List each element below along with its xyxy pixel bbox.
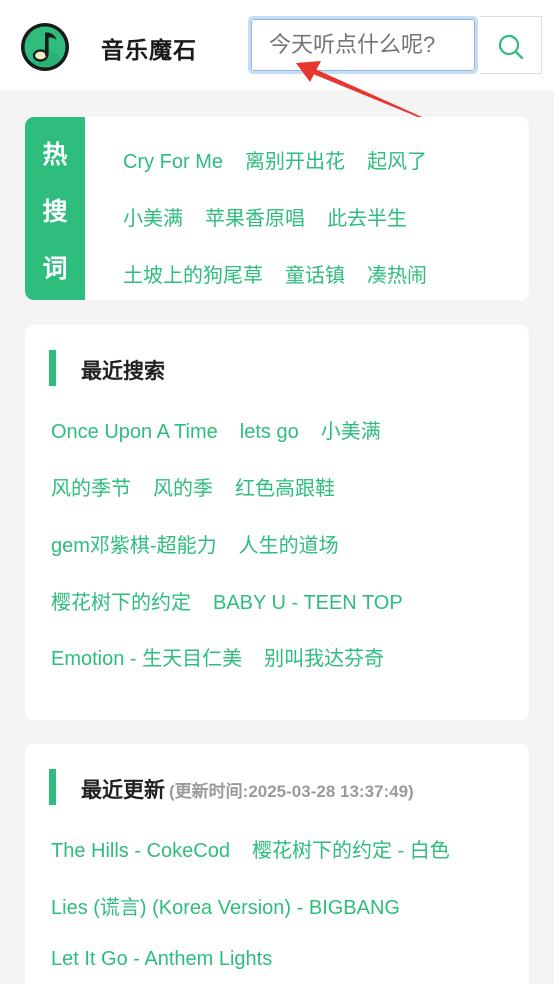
recent-search-link[interactable]: 风的季 — [153, 478, 213, 500]
recent-search-link[interactable]: 风的季节 — [51, 478, 131, 500]
recent-update-row: Lies (谎言) (Korea Version) - BIGBANG — [51, 891, 422, 920]
search-input[interactable] — [251, 19, 475, 71]
hot-label-char: 热 — [42, 141, 68, 169]
recent-search-link[interactable]: 小美满 — [321, 421, 381, 443]
hot-word-link[interactable]: Cry For Me — [123, 151, 223, 173]
hot-word-link[interactable]: 离别开出花 — [245, 151, 345, 173]
recent-update-link[interactable]: 樱花树下的约定 - 白色 — [252, 840, 450, 862]
hot-word-link[interactable]: 起风了 — [367, 151, 427, 173]
recent-search-link[interactable]: gem邓紫棋-超能力 — [51, 535, 217, 557]
recent-search-row: gem邓紫棋-超能力 人生的道场 — [51, 529, 361, 558]
recent-search-link[interactable]: 人生的道场 — [239, 535, 339, 557]
recent-search-link[interactable]: Emotion - 生天目仁美 — [51, 648, 242, 670]
recent-update-row: The Hills - CokeCod 樱花树下的约定 - 白色 — [51, 834, 472, 863]
hot-row: 土坡上的狗尾草 童话镇 凑热闹 — [123, 259, 449, 288]
recent-update-card: 最近更新 (更新时间:2025-03-28 13:37:49) The Hills… — [25, 744, 529, 984]
recent-search-link[interactable]: Once Upon A Time — [51, 421, 218, 443]
recent-search-link[interactable]: lets go — [240, 421, 299, 443]
recent-update-row: Let It Go - Anthem Lights — [51, 948, 294, 971]
recent-search-row: Once Upon A Time lets go 小美满 — [51, 415, 403, 444]
hot-word-link[interactable]: 苹果香原唱 — [205, 208, 305, 230]
recent-update-title-text: 最近更新 — [81, 779, 165, 802]
recent-update-link[interactable]: Lies (谎言) (Korea Version) - BIGBANG — [51, 897, 400, 919]
hot-label-char: 词 — [42, 255, 68, 283]
search-box — [248, 16, 478, 74]
hot-word-link[interactable]: 童话镇 — [285, 265, 345, 287]
header: 音乐魔石 — [0, 0, 554, 138]
search-icon — [498, 34, 524, 60]
recent-search-row: 樱花树下的约定 BABY U - TEEN TOP — [51, 586, 425, 615]
recent-update-title: 最近更新 (更新时间:2025-03-28 13:37:49) — [81, 774, 414, 804]
page: 音乐魔石 热 搜 词 Cry For Me离别开出花起风了 小美满苹果香原唱此去… — [0, 0, 554, 984]
recent-search-link[interactable]: 别叫我达芬奇 — [264, 648, 384, 670]
hot-row: 小美满 苹果香原唱 此去半生 — [123, 202, 429, 231]
hot-search-card: 热 搜 词 Cry For Me 离别开出花 起风了 小美满 苹果香原唱 此去半生 土坡… — [25, 117, 529, 300]
recent-update-link[interactable]: Let It Go - Anthem Lights — [51, 948, 272, 970]
hot-row: Cry For Me 离别开出花 起风了 — [123, 145, 449, 174]
recent-update-link[interactable]: The Hills - CokeCod — [51, 840, 230, 862]
update-time-label: (更新时间:2025-03-28 13:37:49) — [169, 782, 414, 801]
hot-word-link[interactable]: 小美满 — [123, 208, 183, 230]
recent-search-title: 最近搜索 — [81, 360, 165, 383]
brand-title: 音乐魔石 — [101, 37, 197, 63]
recent-search-row: 风的季节 风的季 红色高跟鞋 — [51, 472, 357, 501]
recent-search-row: Emotion - 生天目仁美 别叫我达芬奇 — [51, 642, 406, 671]
recent-search-link[interactable]: 樱花树下的约定 — [51, 592, 191, 614]
hot-word-link[interactable]: 土坡上的狗尾草 — [123, 265, 263, 287]
section-accent-bar — [49, 350, 56, 386]
section-accent-bar — [49, 769, 56, 805]
recent-search-link[interactable]: BABY U - TEEN TOP — [213, 592, 403, 614]
music-note-logo-icon[interactable] — [18, 20, 72, 74]
recent-search-link[interactable]: 红色高跟鞋 — [235, 478, 335, 500]
recent-search-card: 最近搜索 Once Upon A Time lets go 小美满 风的季节 风的季红… — [25, 325, 529, 720]
hot-word-link[interactable]: 此去半生 — [327, 208, 407, 230]
hot-search-label: 热 搜 词 — [25, 117, 85, 300]
hot-label-char: 搜 — [42, 198, 68, 226]
search-button[interactable] — [480, 16, 542, 74]
hot-word-link[interactable]: 凑热闹 — [367, 265, 427, 287]
